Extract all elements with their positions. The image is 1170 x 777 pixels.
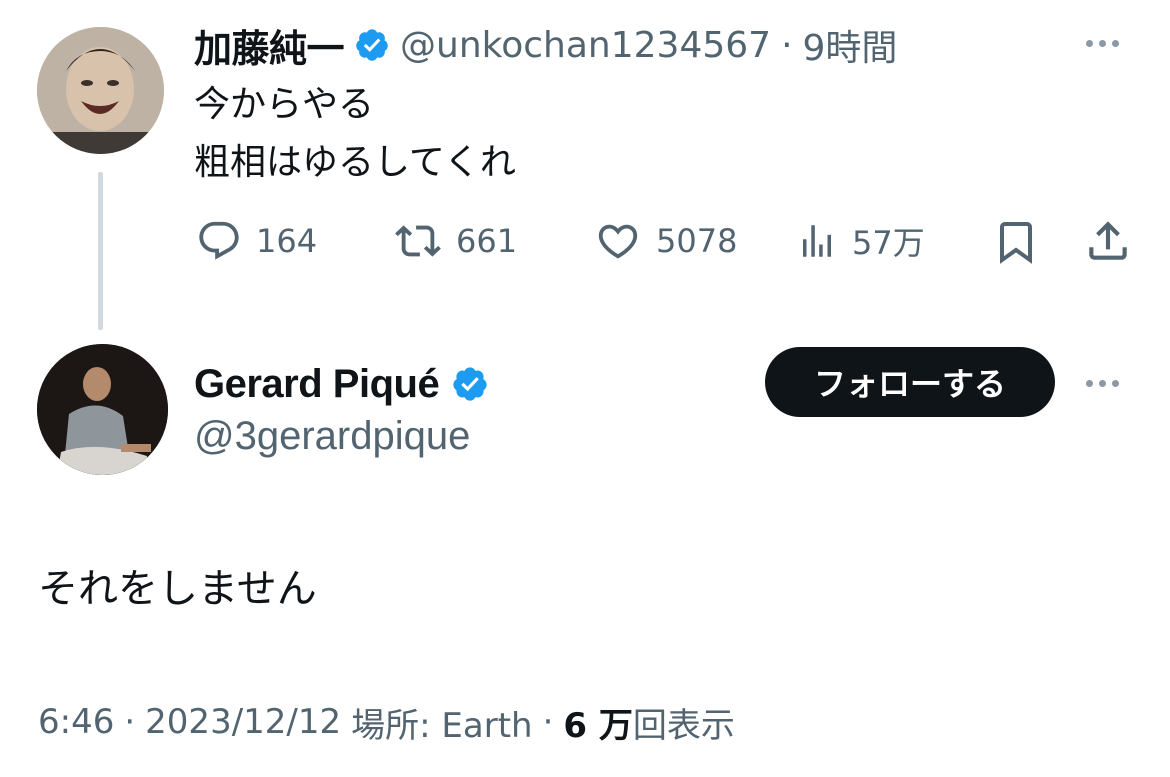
tweet-meta: 6:46 · 2023/12/12 場所: Earth · 6 万 回表示 [38, 698, 735, 747]
like-button[interactable]: 5078 [594, 216, 737, 266]
separator-dot: · [781, 24, 793, 66]
like-count: 5078 [656, 222, 738, 260]
more-dots-icon [1086, 380, 1119, 387]
avatar-photo [37, 344, 168, 475]
retweet-button[interactable]: 661 [392, 216, 517, 266]
parent-avatar[interactable] [37, 27, 164, 154]
bookmark-button[interactable] [992, 218, 1040, 270]
tweet-time[interactable]: 6:46 [38, 702, 114, 742]
main-more-button[interactable] [1086, 380, 1119, 387]
share-button[interactable] [1083, 216, 1133, 270]
main-avatar[interactable] [37, 344, 168, 475]
parent-header: 加藤純一 @unkochan1234567 · 9時間 [194, 18, 898, 73]
main-tweet-text: それをしません [38, 566, 317, 612]
retweet-count: 661 [456, 222, 518, 260]
reply-count: 164 [256, 222, 318, 260]
reply-button[interactable]: 164 [196, 216, 317, 266]
parent-more-button[interactable] [1086, 40, 1119, 47]
follow-button[interactable]: フォローする [765, 347, 1055, 417]
avatar-photo [37, 27, 164, 154]
reply-icon [199, 221, 239, 260]
parent-text: 今からやる 粗相はゆるしてくれ [194, 76, 516, 192]
main-header: Gerard Piqué [194, 358, 489, 410]
main-handle[interactable]: @3gerardpique [194, 414, 470, 459]
verified-badge-icon [354, 27, 390, 63]
bookmark-icon [1000, 222, 1032, 264]
tweet-date[interactable]: 2023/12/12 [145, 702, 341, 742]
separator-dot: · [542, 702, 554, 742]
views-label: 回表示 [632, 705, 735, 746]
retweet-icon [395, 225, 441, 257]
more-dots-icon [1086, 40, 1119, 47]
parent-text-line-2: 粗相はゆるしてくれ [194, 142, 516, 183]
parent-text-line-1: 今からやる [194, 84, 375, 125]
verified-badge-icon [451, 365, 489, 403]
thread-line [98, 172, 103, 330]
parent-timestamp[interactable]: 9時間 [803, 19, 898, 71]
views-button[interactable]: 57万 [796, 216, 925, 266]
share-icon [1089, 221, 1127, 260]
heart-icon [598, 224, 638, 259]
separator-dot: · [124, 702, 136, 742]
main-author-name[interactable]: Gerard Piqué [194, 362, 440, 407]
parent-author-name[interactable]: 加藤純一 [194, 18, 345, 73]
tweet-location: 場所: Earth [351, 705, 533, 746]
views-stat[interactable]: 6 万 回表示 [563, 698, 735, 747]
parent-handle[interactable]: @unkochan1234567 [400, 25, 771, 66]
views-count: 57万 [852, 224, 925, 262]
views-count: 6 万 [563, 705, 633, 746]
analytics-icon [803, 225, 831, 257]
